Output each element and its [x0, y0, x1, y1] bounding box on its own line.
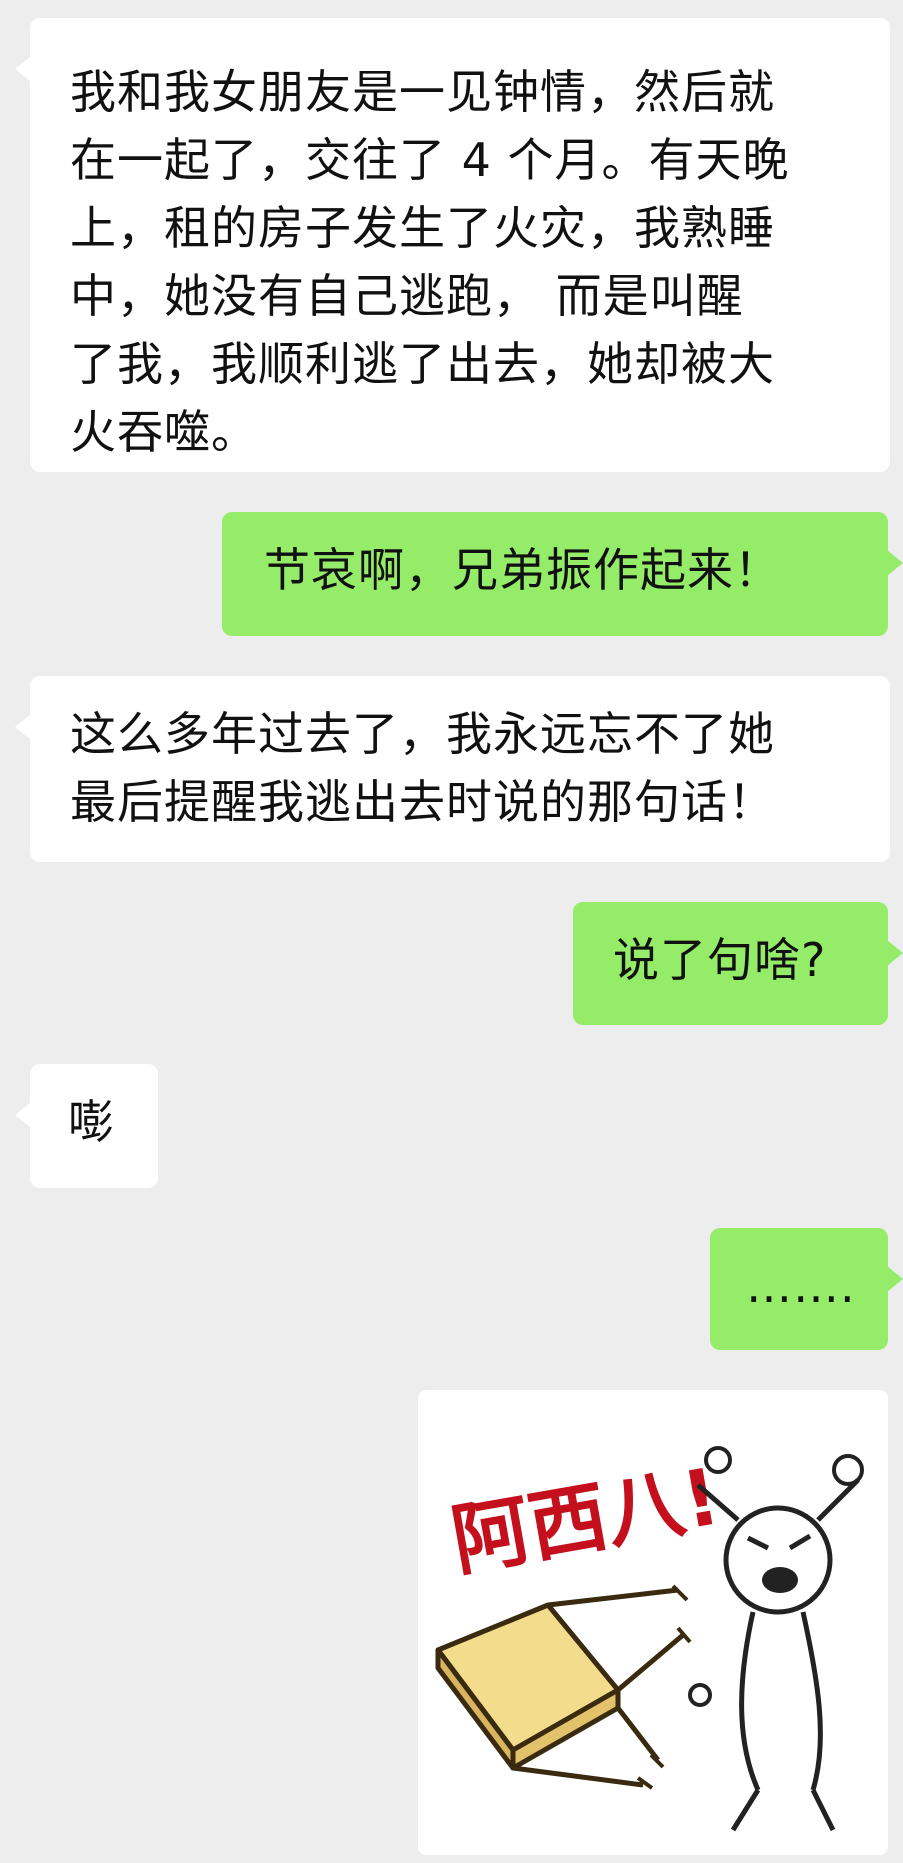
flip-table-sticker-icon: 阿西八!	[435, 1446, 864, 1832]
outgoing-message-bubble[interactable]: 说了句啥?	[573, 902, 903, 1025]
sticker-caption: 阿西八!	[445, 1452, 726, 1587]
message-text-line: 了我，我顺利逃了出去，她却被大	[70, 337, 775, 391]
message-text-line: 中，她没有自己逃跑， 而是叫醒	[70, 269, 744, 323]
message-text-line: 最后提醒我逃出去时说的那句话！	[70, 775, 775, 829]
incoming-message-bubble[interactable]: 这么多年过去了，我永远忘不了她 最后提醒我逃出去时说的那句话！	[15, 676, 890, 862]
message-text-line: 我和我女朋友是一见钟情，然后就	[70, 65, 775, 119]
sticker-message[interactable]: 阿西八!	[418, 1390, 888, 1855]
message-text-line: 节哀啊，兄弟振作起来！	[264, 543, 781, 597]
message-text-line: 这么多年过去了，我永远忘不了她	[70, 707, 775, 761]
message-text-line: …….	[746, 1259, 856, 1313]
message-text-line: 嘭	[68, 1095, 115, 1149]
incoming-message-bubble[interactable]: 我和我女朋友是一见钟情，然后就 在一起了，交往了 4 个月。有天晚 上，租的房子…	[15, 18, 890, 472]
message-text-line: 火吞噬。	[70, 405, 258, 459]
outgoing-message-bubble[interactable]: 节哀啊，兄弟振作起来！	[222, 512, 903, 636]
message-text-line: 上，租的房子发生了火灾，我熟睡	[70, 201, 775, 255]
message-text-line: 在一起了，交往了 4 个月。有天晚	[70, 133, 790, 187]
message-text-line: 说了句啥?	[613, 933, 827, 987]
outgoing-message-bubble[interactable]: …….	[710, 1228, 903, 1350]
incoming-message-bubble[interactable]: 嘭	[15, 1064, 158, 1188]
table-icon	[435, 1584, 692, 1790]
